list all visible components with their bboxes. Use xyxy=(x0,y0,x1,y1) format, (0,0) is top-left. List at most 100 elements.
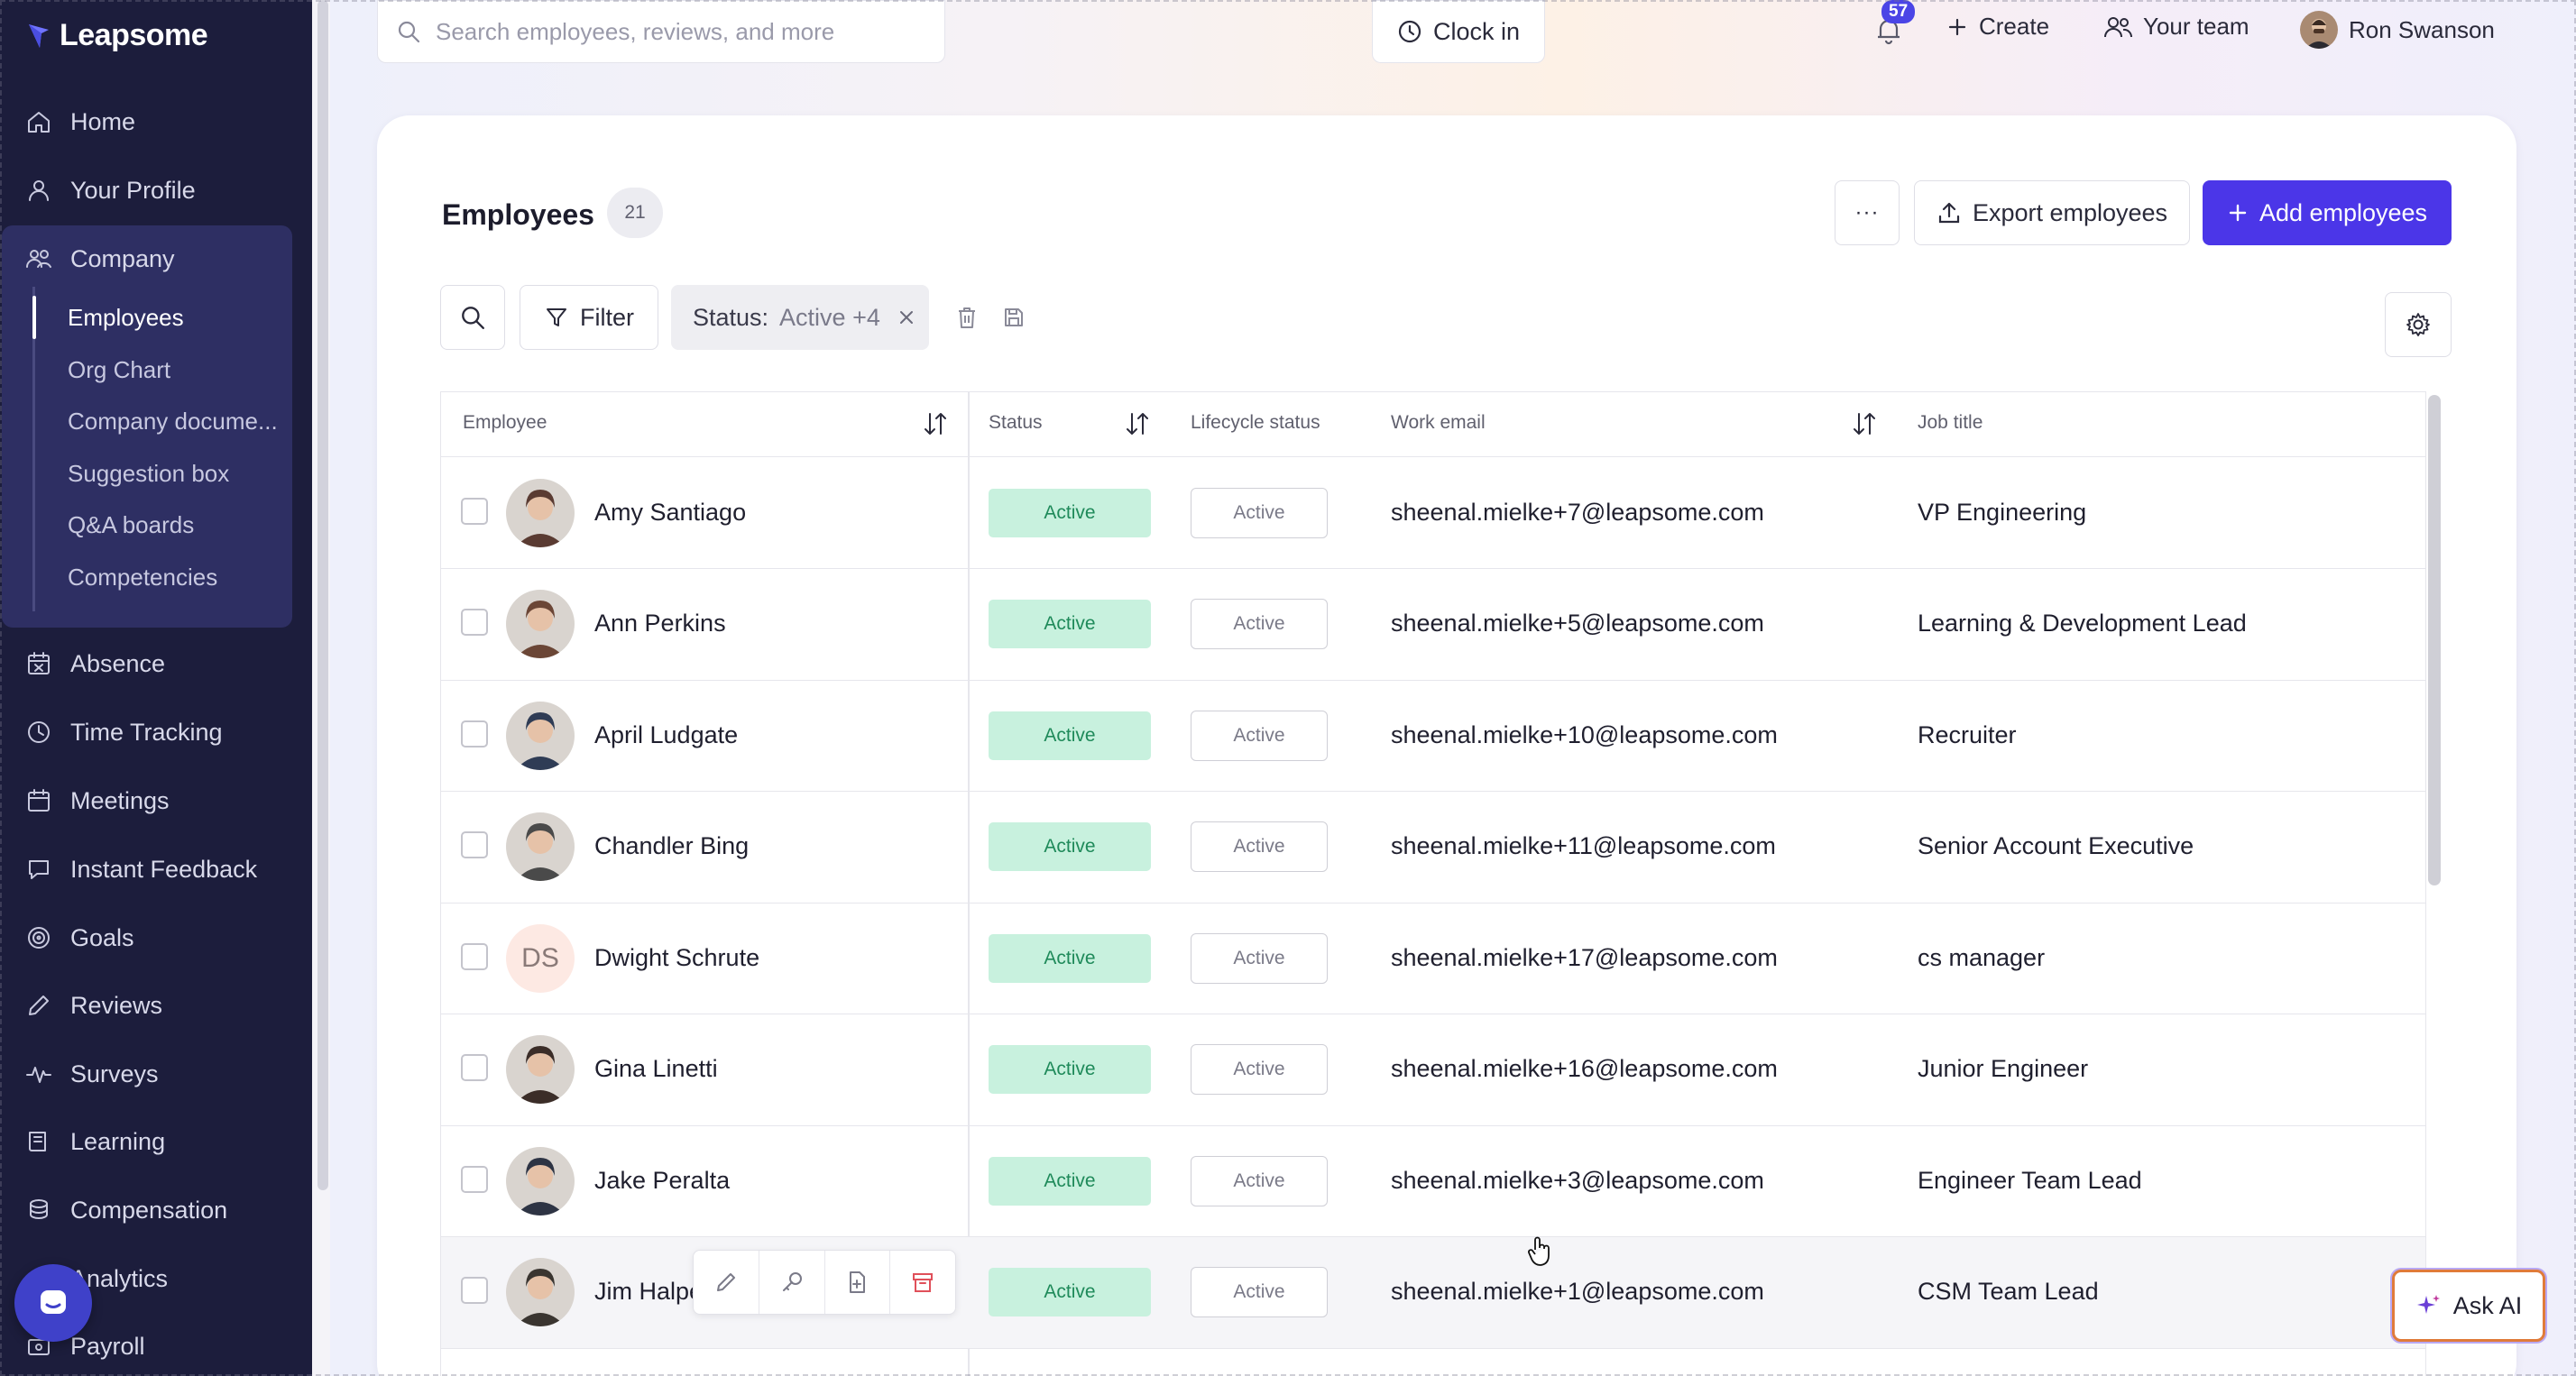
sidebar-item-goals[interactable]: Goals xyxy=(25,915,134,960)
submenu-item-employees[interactable]: Employees xyxy=(68,298,184,337)
row-checkbox[interactable] xyxy=(461,942,488,970)
filter-button[interactable]: Filter xyxy=(520,285,658,350)
hand-cursor-icon xyxy=(1528,1236,1550,1266)
col-header-job-title[interactable]: Job title xyxy=(1918,412,1983,434)
col-header-email[interactable]: Work email xyxy=(1391,412,1486,434)
lifecycle-badge: Active xyxy=(1191,1267,1328,1318)
close-icon[interactable] xyxy=(897,307,916,327)
work-email: sheenal.mielke+5@leapsome.com xyxy=(1391,610,1764,638)
table-row[interactable]: Ann Perkins Active Active sheenal.mielke+5@… xyxy=(441,569,2425,681)
submenu-item-q-a-boards[interactable]: Q&A boards xyxy=(68,505,194,545)
lifecycle-badge: Active xyxy=(1191,487,1328,538)
employee-avatar xyxy=(506,812,575,882)
col-header-employee[interactable]: Employee xyxy=(463,412,547,434)
status-badge: Active xyxy=(989,711,1151,760)
lifecycle-badge: Active xyxy=(1191,821,1328,873)
row-checkbox[interactable] xyxy=(461,831,488,859)
sidebar-item-reviews[interactable]: Reviews xyxy=(25,983,162,1028)
row-checkbox[interactable] xyxy=(461,720,488,748)
work-email: sheenal.mielke+7@leapsome.com xyxy=(1391,498,1764,526)
table-row[interactable]: Amy Santiago Active Active sheenal.mielke+7… xyxy=(441,457,2425,569)
sidebar-item-learning[interactable]: Learning xyxy=(25,1119,165,1164)
employee-name[interactable]: Dwight Schrute xyxy=(594,944,759,972)
table-scrollbar[interactable] xyxy=(2428,395,2441,885)
add-document-button[interactable] xyxy=(825,1251,891,1314)
sidebar-item-label: Instant Feedback xyxy=(70,855,258,883)
archive-button[interactable] xyxy=(890,1251,955,1314)
row-checkbox[interactable] xyxy=(461,1054,488,1082)
funnel-icon xyxy=(547,308,566,326)
table-search-button[interactable] xyxy=(440,285,505,350)
target-icon xyxy=(25,924,52,951)
your-team-label: Your team xyxy=(2143,13,2249,40)
sidebar-item-company[interactable]: Company xyxy=(25,236,175,281)
plus-icon xyxy=(2229,204,2247,222)
table-row[interactable]: Gina Linetti Active Active sheenal.mielke+1… xyxy=(441,1014,2425,1126)
save-filter-button[interactable] xyxy=(998,301,1030,334)
sidebar-item-compensation[interactable]: Compensation xyxy=(25,1188,227,1233)
employee-name[interactable]: Chandler Bing xyxy=(594,832,749,860)
sidebar-item-surveys[interactable]: Surveys xyxy=(25,1051,159,1096)
submenu-item-competencies[interactable]: Competencies xyxy=(68,557,217,597)
sort-arrows-icon[interactable] xyxy=(1123,408,1152,439)
row-checkbox[interactable] xyxy=(461,1277,488,1305)
employee-avatar xyxy=(506,1035,575,1105)
search-icon xyxy=(398,21,420,43)
employee-name[interactable]: Amy Santiago xyxy=(594,499,746,527)
edit-button[interactable] xyxy=(694,1251,759,1314)
sidebar-item-label: Compensation xyxy=(70,1196,228,1224)
sort-arrows-icon[interactable] xyxy=(921,408,950,439)
create-button[interactable]: Create xyxy=(1946,13,2049,41)
status-badge: Active xyxy=(989,488,1151,537)
sidebar-item-instant-feedback[interactable]: Instant Feedback xyxy=(25,847,257,892)
table-row[interactable]: Jake Peralta Active Active sheenal.mielke+3… xyxy=(441,1125,2425,1237)
employee-name[interactable]: Gina Linetti xyxy=(594,1055,718,1083)
plus-icon xyxy=(1948,18,1966,35)
add-employees-button[interactable]: Add employees xyxy=(2203,180,2452,245)
col-header-lifecycle[interactable]: Lifecycle status xyxy=(1191,412,1320,434)
gear-icon xyxy=(2406,313,2430,336)
sort-arrows-icon[interactable] xyxy=(1850,408,1879,439)
more-options-button[interactable]: ··· xyxy=(1835,180,1900,245)
employee-name[interactable]: Jim Halpe xyxy=(594,1278,703,1306)
sidebar-item-your-profile[interactable]: Your Profile xyxy=(25,168,196,213)
your-team-button[interactable]: Your team xyxy=(2103,13,2249,41)
sidebar-item-home[interactable]: Home xyxy=(25,99,135,144)
clock-in-button[interactable]: Clock in xyxy=(1372,0,1545,63)
status-filter-chip[interactable]: Status: Active +4 xyxy=(671,285,929,350)
row-checkbox[interactable] xyxy=(461,609,488,637)
upload-icon xyxy=(1938,202,1960,224)
global-search[interactable] xyxy=(377,0,945,63)
export-employees-button[interactable]: Export employees xyxy=(1914,180,2190,245)
table-row[interactable]: April Ludgate Active Active sheenal.mielke+… xyxy=(441,680,2425,792)
brand-logo[interactable]: Leapsome xyxy=(27,18,208,53)
access-button[interactable] xyxy=(759,1251,825,1314)
sidebar-item-meetings[interactable]: Meetings xyxy=(25,778,170,823)
sidebar-scrollbar[interactable] xyxy=(317,0,328,1190)
table-row[interactable]: DS Dwight Schrute Active Active sheenal.miel… xyxy=(441,903,2425,1014)
employee-name[interactable]: Ann Perkins xyxy=(594,610,726,638)
support-chat-button[interactable] xyxy=(14,1264,92,1342)
submenu-item-company-docume[interactable]: Company docume... xyxy=(68,401,278,441)
clear-filters-button[interactable] xyxy=(951,301,983,334)
job-title: Learning & Development Lead xyxy=(1918,610,2247,638)
table-row[interactable]: Chandler Bing Active Active sheenal.mielke+… xyxy=(441,792,2425,904)
ask-ai-button[interactable]: Ask AI xyxy=(2392,1270,2545,1342)
sidebar-item-time-tracking[interactable]: Time Tracking xyxy=(25,710,223,755)
notifications-count-badge: 57 xyxy=(1881,0,1916,23)
sidebar-item-absence[interactable]: Absence xyxy=(25,641,165,686)
submenu-item-org-chart[interactable]: Org Chart xyxy=(68,350,170,390)
row-checkbox[interactable] xyxy=(461,497,488,525)
employee-name[interactable]: April Ludgate xyxy=(594,721,738,749)
row-checkbox[interactable] xyxy=(461,1165,488,1193)
global-search-input[interactable] xyxy=(436,17,923,46)
submenu-item-suggestion-box[interactable]: Suggestion box xyxy=(68,454,229,493)
employee-avatar xyxy=(506,590,575,659)
user-menu[interactable]: Ron Swanson xyxy=(2300,11,2495,49)
table-settings-button[interactable] xyxy=(2385,292,2452,357)
submenu-active-indicator xyxy=(32,296,36,339)
employee-name[interactable]: Jake Peralta xyxy=(594,1167,730,1195)
status-badge: Active xyxy=(989,1045,1151,1095)
job-title: VP Engineering xyxy=(1918,498,2087,526)
col-header-status[interactable]: Status xyxy=(989,412,1043,434)
